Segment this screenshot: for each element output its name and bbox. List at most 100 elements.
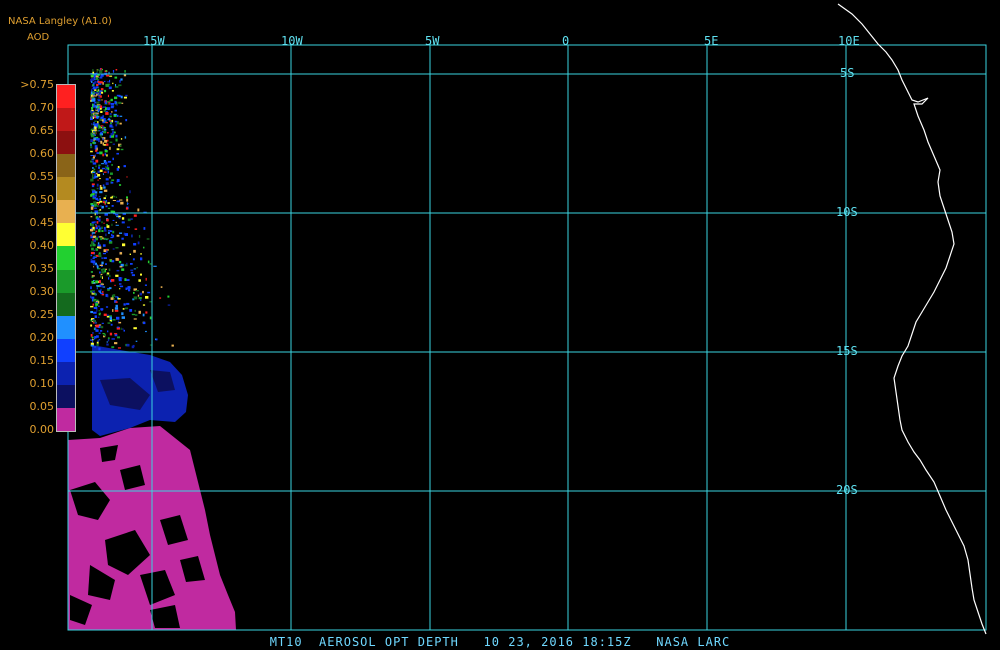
aod-pixel bbox=[92, 238, 94, 241]
aod-pixel bbox=[109, 75, 113, 77]
aod-pixel bbox=[91, 247, 94, 251]
aod-pixel bbox=[102, 137, 104, 141]
aod-pixel bbox=[131, 313, 136, 316]
aod-pixel bbox=[108, 86, 112, 90]
legend-label: 0.30 bbox=[29, 285, 55, 298]
aod-pixel bbox=[146, 238, 150, 240]
aod-pixel bbox=[123, 74, 127, 77]
aod-pixel bbox=[138, 310, 141, 314]
aod-pixel bbox=[140, 299, 142, 301]
aod-pixel bbox=[107, 314, 109, 316]
aod-pixel bbox=[100, 134, 102, 137]
aod-pixel bbox=[100, 110, 103, 113]
aod-pixel bbox=[91, 123, 93, 126]
aod-pixel bbox=[109, 100, 111, 103]
aod-pixel bbox=[137, 208, 140, 212]
aod-pixel bbox=[95, 165, 97, 168]
aod-pixel bbox=[108, 287, 112, 290]
aod-pixel bbox=[111, 346, 115, 349]
aod-pixel bbox=[118, 217, 121, 220]
aod-pixel bbox=[90, 146, 93, 149]
aod-pixel bbox=[105, 107, 107, 110]
aod-pixel bbox=[112, 319, 116, 321]
aod-pixel bbox=[96, 308, 98, 312]
aod-pixel bbox=[134, 228, 138, 230]
aod-pixel bbox=[101, 226, 103, 229]
aod-pixel bbox=[119, 184, 122, 186]
aod-pixel bbox=[130, 218, 133, 220]
aod-pixel bbox=[109, 113, 112, 115]
aod-pixel bbox=[94, 142, 97, 144]
aod-pixel bbox=[95, 248, 98, 251]
aod-pixel bbox=[107, 294, 109, 298]
aod-pixel bbox=[127, 203, 130, 205]
aod-pixel bbox=[91, 107, 94, 110]
aod-pixel bbox=[94, 80, 97, 84]
aod-pixel bbox=[96, 117, 99, 119]
aod-pixel bbox=[99, 271, 101, 274]
aod-pixel bbox=[137, 294, 140, 297]
aod-pixel bbox=[94, 322, 97, 324]
aod-pixel bbox=[93, 346, 96, 348]
legend-swatch bbox=[57, 108, 75, 132]
lat-label-10s: 10S bbox=[836, 205, 858, 219]
aod-pixel bbox=[119, 285, 124, 288]
aod-pixel bbox=[97, 174, 101, 177]
aod-pixel bbox=[94, 213, 96, 216]
aod-pixel bbox=[99, 218, 101, 221]
aod-pixel bbox=[98, 91, 101, 94]
aod-pixel bbox=[95, 324, 99, 328]
aod-pixel bbox=[112, 294, 116, 297]
aod-pixel bbox=[91, 183, 95, 186]
aod-pixel bbox=[167, 304, 171, 306]
aod-pixel bbox=[93, 266, 95, 268]
aod-pixel bbox=[111, 338, 115, 340]
legend-swatch bbox=[57, 407, 75, 431]
aod-pixel bbox=[93, 229, 96, 231]
aod-pixel bbox=[104, 129, 107, 131]
aod-pixel bbox=[100, 116, 103, 119]
aod-pixel bbox=[116, 326, 120, 328]
aod-pixel bbox=[105, 233, 107, 237]
aod-pixel bbox=[109, 230, 113, 232]
aod-pixel bbox=[129, 309, 133, 312]
aod-pixel bbox=[110, 181, 114, 184]
aod-pixel bbox=[112, 157, 114, 161]
aod-pixel bbox=[98, 229, 101, 233]
aod-pixel bbox=[140, 257, 143, 261]
aod-pixel bbox=[111, 279, 115, 282]
aod-pixel bbox=[96, 138, 100, 141]
lon-label-15w: 15W bbox=[143, 34, 165, 48]
lon-label-10w: 10W bbox=[281, 34, 303, 48]
aod-pixel bbox=[101, 221, 103, 224]
aod-pixel bbox=[103, 189, 108, 192]
aod-pixel bbox=[93, 155, 96, 157]
aod-pixel bbox=[98, 166, 100, 169]
aod-pixel bbox=[92, 98, 96, 102]
aod-pixel bbox=[149, 263, 152, 265]
legend-label: 0.45 bbox=[29, 216, 55, 229]
aod-pixel bbox=[96, 265, 99, 269]
aod-pixel bbox=[115, 123, 118, 127]
aod-pixel bbox=[90, 251, 95, 255]
aod-pixel bbox=[97, 299, 99, 302]
aod-pixel bbox=[135, 340, 138, 342]
aod-pixel bbox=[105, 122, 108, 124]
aod-pixel bbox=[102, 291, 104, 293]
aod-pixel bbox=[98, 310, 100, 312]
aod-pixel bbox=[105, 112, 109, 115]
aod-pixel bbox=[105, 83, 109, 87]
aod-pixel bbox=[103, 131, 107, 134]
aod-pixel bbox=[106, 224, 108, 226]
aod-pixel bbox=[133, 296, 138, 300]
aod-pixel bbox=[91, 176, 94, 179]
legend-label: 0.10 bbox=[29, 377, 55, 390]
aod-pixel bbox=[114, 100, 117, 104]
aod-pixel bbox=[92, 338, 94, 341]
aod-pixel bbox=[92, 257, 95, 260]
aod-pixel bbox=[92, 103, 94, 107]
aod-pixel bbox=[90, 260, 93, 263]
legend-swatch bbox=[57, 246, 75, 270]
aod-pixel bbox=[127, 286, 131, 289]
aod-pixel bbox=[118, 260, 122, 264]
